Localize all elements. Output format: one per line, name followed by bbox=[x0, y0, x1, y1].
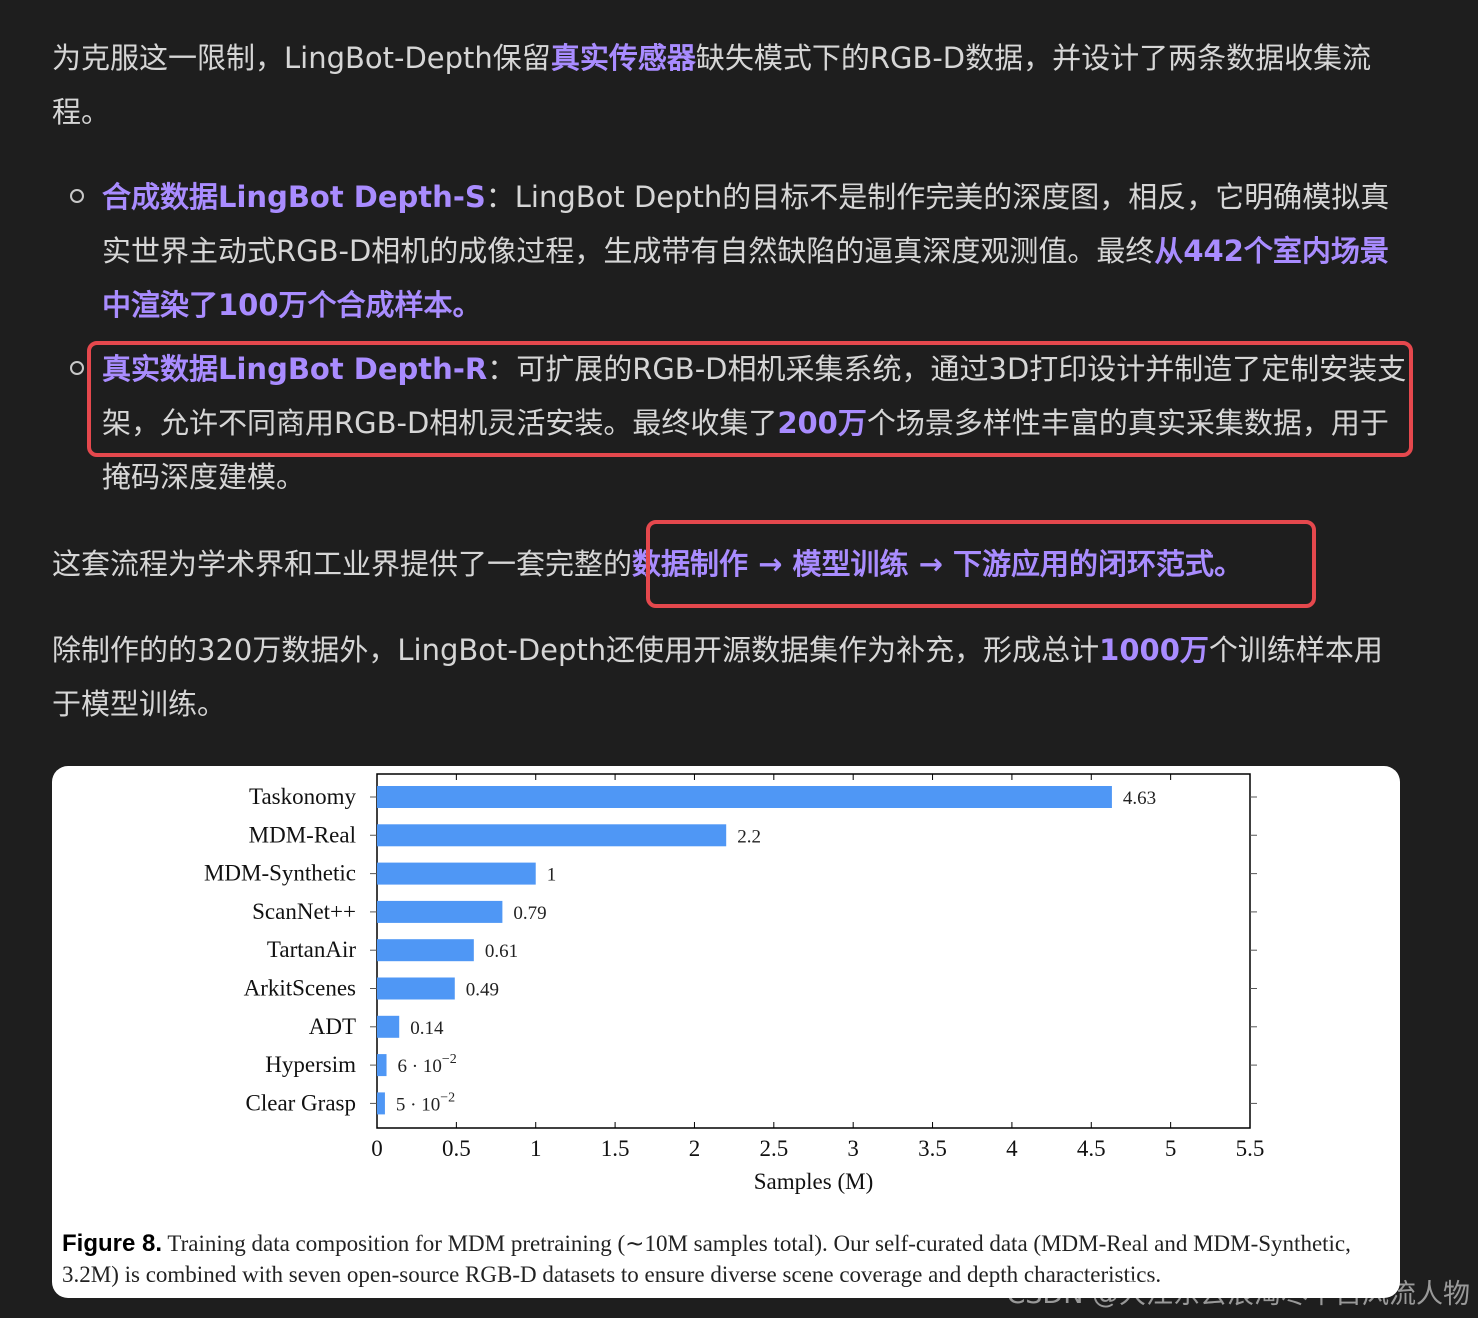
figure-label: Figure 8. bbox=[62, 1230, 163, 1257]
bar bbox=[377, 824, 727, 847]
data-label: 5 · 10−2 bbox=[396, 1090, 455, 1115]
total-data-paragraph: 除制作的的320万数据外，LingBot-Depth还使用开源数据集作为补充，形… bbox=[52, 623, 1402, 731]
data-label-exponent: −2 bbox=[442, 1052, 457, 1067]
x-tick-label: 1.5 bbox=[601, 1136, 630, 1161]
data-label: 0.79 bbox=[513, 903, 546, 924]
watermark: CSDN @大江东去浪淘尽千古风流人物 bbox=[1006, 1279, 1470, 1310]
highlight-text: 1000万 bbox=[1099, 633, 1209, 667]
list-item-real: 真实数据LingBot Depth-R：可扩展的RGB-D相机采集系统，通过3D… bbox=[52, 342, 1412, 504]
bar bbox=[377, 1054, 387, 1077]
data-label: 0.49 bbox=[466, 980, 499, 1001]
x-tick-label: 4.5 bbox=[1077, 1136, 1106, 1161]
x-tick-label: 3.5 bbox=[918, 1136, 947, 1161]
data-label: 0.61 bbox=[485, 941, 518, 962]
pipeline-paragraph: 这套流程为学术界和工业界提供了一套完整的数据制作 → 模型训练 → 下游应用的闭… bbox=[52, 537, 1402, 591]
bar bbox=[377, 862, 536, 885]
intro-paragraph: 为克服这一限制，LingBot-Depth保留真实传感器缺失模式下的RGB-D数… bbox=[52, 31, 1402, 139]
data-label: 2.2 bbox=[737, 826, 761, 847]
text-segment: 为克服这一限制，LingBot-Depth保留 bbox=[52, 41, 551, 75]
category-label: TartanAir bbox=[267, 937, 356, 962]
bar-chart: 0 0.5 1 1.5 2 2.5 3 3.5 4 4.5 5 5.5 Samples (M) Tasko… bbox=[204, 773, 1265, 1194]
data-label-exponent: −2 bbox=[440, 1090, 455, 1105]
x-tick-label: 0.5 bbox=[442, 1136, 471, 1161]
x-axis-label: Samples (M) bbox=[754, 1169, 873, 1194]
category-label: ScanNet++ bbox=[252, 899, 356, 924]
category-label: ADT bbox=[309, 1014, 356, 1039]
x-tick-label: 3 bbox=[847, 1136, 859, 1161]
category-label: MDM-Synthetic bbox=[204, 861, 356, 886]
list-item-synthetic: 合成数据LingBot Depth-S：LingBot Depth的目标不是制作… bbox=[52, 170, 1412, 332]
x-tick-label: 2.5 bbox=[759, 1136, 788, 1161]
x-tick-label: 0 bbox=[371, 1136, 383, 1161]
bar bbox=[377, 786, 1112, 808]
bar bbox=[377, 900, 503, 923]
data-label: 4.63 bbox=[1123, 788, 1156, 809]
data-label: 6 · 10−2 bbox=[398, 1052, 457, 1077]
x-tick-label: 5 bbox=[1165, 1136, 1177, 1161]
bar bbox=[377, 977, 455, 1000]
category-label: MDM-Real bbox=[249, 822, 356, 847]
category-label: Hypersim bbox=[265, 1052, 356, 1077]
category-label: Clear Grasp bbox=[246, 1090, 357, 1115]
x-tick-label: 5.5 bbox=[1236, 1136, 1265, 1161]
figure-card: 0 0.5 1 1.5 2 2.5 3 3.5 4 4.5 5 5.5 Samples (M) Tasko… bbox=[52, 766, 1400, 1298]
bar bbox=[377, 939, 474, 962]
x-tick-label: 4 bbox=[1006, 1136, 1018, 1161]
category-label: ArkitScenes bbox=[244, 976, 356, 1001]
highlight-text: 200万 bbox=[777, 406, 867, 440]
text-segment: 这套流程为学术界和工业界提供了一套完整的 bbox=[52, 547, 633, 581]
x-tick-label: 2 bbox=[689, 1136, 701, 1161]
highlight-text: 真实数据LingBot Depth-R bbox=[102, 352, 488, 386]
x-tick-label: 1 bbox=[530, 1136, 542, 1161]
category-label: Taskonomy bbox=[249, 784, 356, 809]
highlight-text: 真实传感器 bbox=[550, 41, 696, 75]
bullet-list: 合成数据LingBot Depth-S：LingBot Depth的目标不是制作… bbox=[52, 170, 1412, 514]
highlight-text: 合成数据LingBot Depth-S bbox=[102, 180, 486, 214]
hollow-circle-bullet-icon bbox=[70, 189, 84, 203]
bar bbox=[377, 1092, 385, 1115]
bar bbox=[377, 1015, 400, 1038]
data-label: 0.14 bbox=[410, 1018, 444, 1039]
data-label: 1 bbox=[547, 865, 557, 886]
hollow-circle-bullet-icon bbox=[70, 361, 84, 375]
text-segment: 除制作的的320万数据外，LingBot-Depth还使用开源数据集作为补充，形… bbox=[52, 633, 1100, 667]
highlight-text: 数据制作 → 模型训练 → 下游应用的闭环范式。 bbox=[632, 547, 1243, 581]
